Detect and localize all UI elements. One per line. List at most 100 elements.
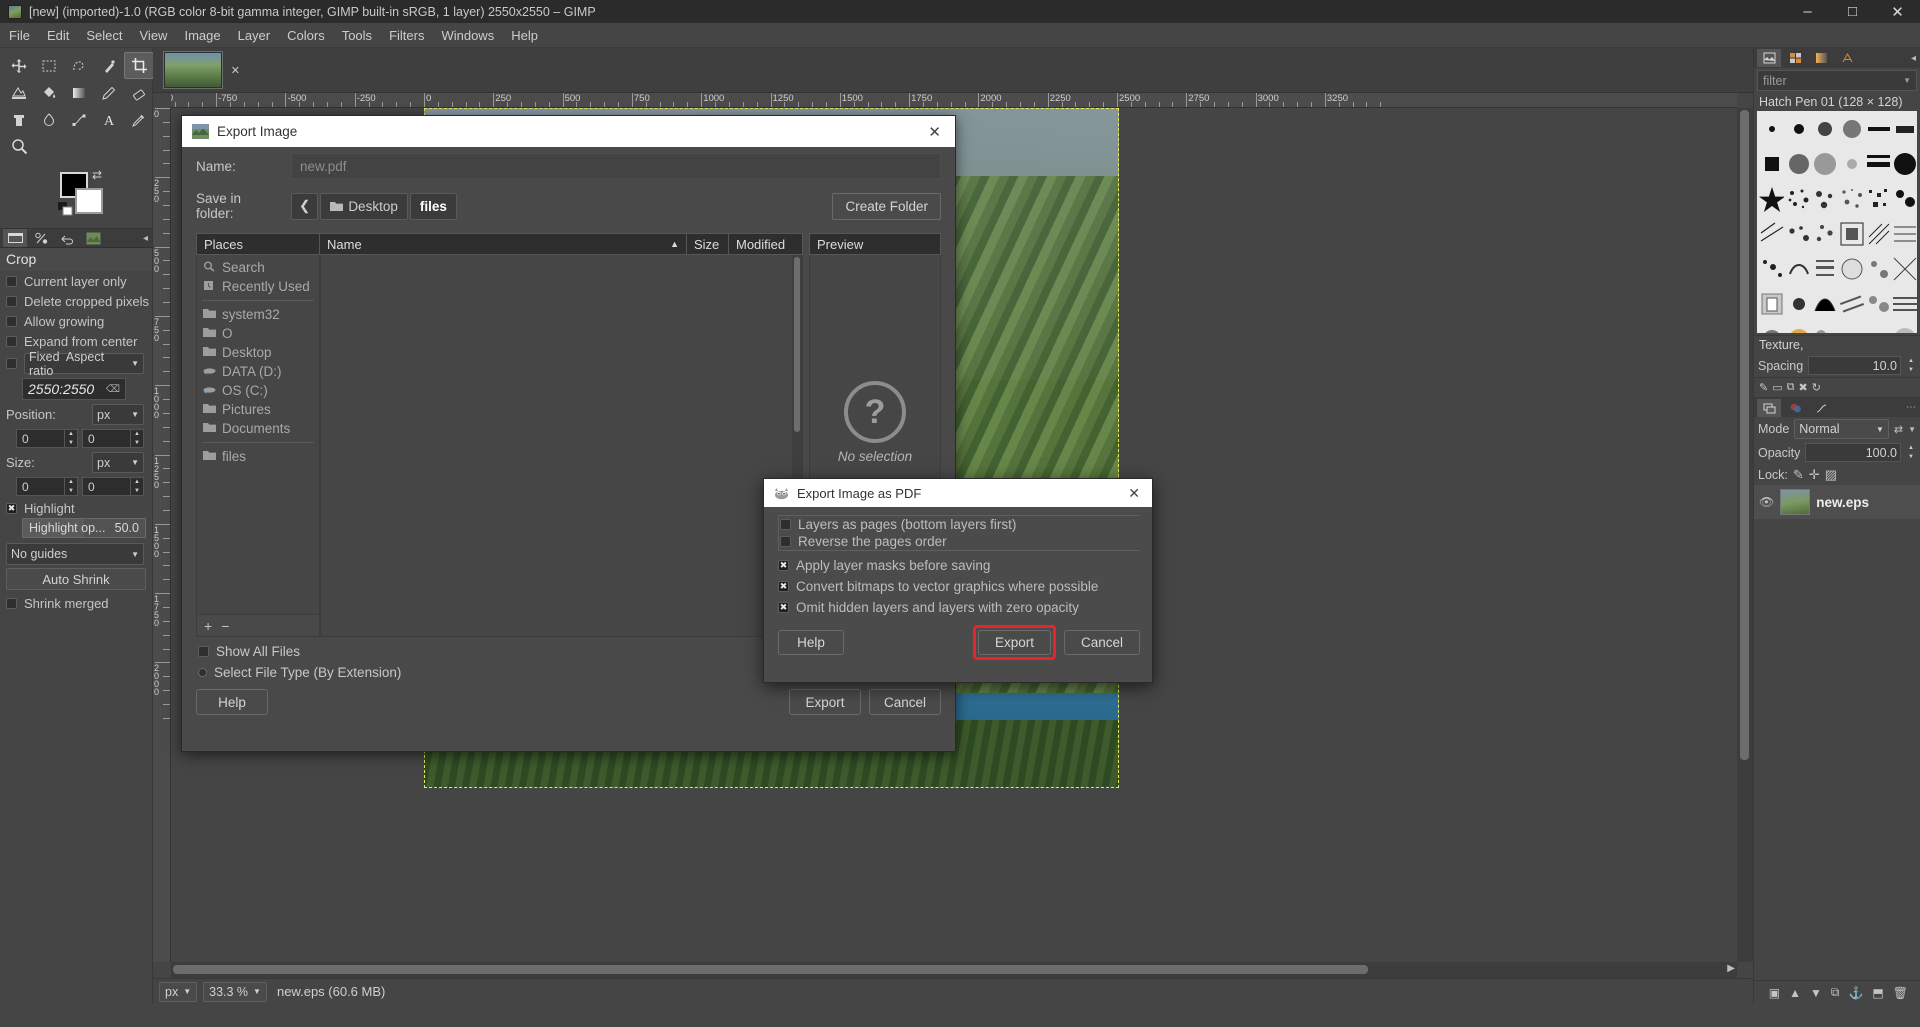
- size-width-input[interactable]: 0 ▲▼: [16, 477, 78, 496]
- tab-gradients[interactable]: [1809, 49, 1833, 67]
- menu-item-colors[interactable]: Colors: [287, 28, 325, 43]
- brush-item[interactable]: [1757, 321, 1784, 333]
- file-list-scroll-thumb[interactable]: [794, 257, 800, 432]
- crop-option-checkbox[interactable]: [6, 276, 17, 287]
- new-brush-icon[interactable]: ▭: [1772, 381, 1782, 394]
- highlight-checkbox[interactable]: ✖: [6, 503, 17, 514]
- layers-dock-tabs[interactable]: ⋯: [1754, 397, 1920, 417]
- omit-hidden-layers-checkbox[interactable]: ✖: [778, 602, 789, 613]
- pencil-tool[interactable]: [94, 79, 124, 106]
- opacity-input[interactable]: 100.0: [1805, 443, 1901, 462]
- right-dock-tabs[interactable]: ◂: [1754, 48, 1920, 68]
- brush-item[interactable]: [1864, 286, 1891, 321]
- smudge-tool[interactable]: [34, 106, 64, 133]
- brush-item[interactable]: [1837, 216, 1864, 251]
- place-item-recently-used[interactable]: Recently Used: [197, 277, 319, 296]
- lock-position-icon[interactable]: ✛: [1809, 467, 1820, 483]
- menu-item-layer[interactable]: Layer: [238, 28, 271, 43]
- brush-item[interactable]: [1837, 146, 1864, 181]
- convert-bitmaps-checkbox[interactable]: ✖: [778, 581, 789, 592]
- image-thumbnail[interactable]: ✕: [163, 51, 223, 89]
- refresh-brushes-icon[interactable]: ↻: [1812, 381, 1821, 394]
- opacity-stepper[interactable]: ▲▼: [1906, 443, 1916, 462]
- swap-colors-icon[interactable]: ⇄: [92, 168, 102, 182]
- pdf-export-button[interactable]: Export: [978, 630, 1051, 655]
- help-button[interactable]: Help: [196, 689, 268, 715]
- tab-layers[interactable]: [1757, 399, 1781, 417]
- brush-item[interactable]: [1890, 286, 1917, 321]
- close-icon[interactable]: ✕: [922, 123, 947, 141]
- delete-brush-icon[interactable]: ✖: [1798, 381, 1807, 394]
- crop-option-row[interactable]: Delete cropped pixels: [0, 291, 152, 311]
- brush-item[interactable]: [1810, 181, 1837, 216]
- crop-option-checkbox[interactable]: [6, 296, 17, 307]
- tab-tool-options[interactable]: [3, 229, 27, 247]
- reset-colors-icon[interactable]: [58, 202, 73, 220]
- brush-item[interactable]: [1864, 216, 1891, 251]
- brush-item[interactable]: [1864, 251, 1891, 286]
- pdf-dialog-buttons[interactable]: Help Export Cancel: [764, 615, 1152, 660]
- brush-item[interactable]: [1864, 181, 1891, 216]
- save-folder-row[interactable]: Save in folder: ❮ Desktop files Create F…: [182, 185, 955, 227]
- brush-actions-bar[interactable]: ✎ ▭ ⧉ ✖ ↻: [1754, 377, 1920, 397]
- shrink-merged-checkbox[interactable]: [6, 598, 17, 609]
- maximize-button[interactable]: □: [1830, 0, 1875, 23]
- pdf-option-layers-as-pages[interactable]: Layers as pages (bottom layers first): [780, 516, 1140, 533]
- column-header-name[interactable]: Name ▲: [320, 233, 687, 255]
- crop-option-row[interactable]: Current layer only: [0, 271, 152, 291]
- crop-option-checkbox[interactable]: [6, 316, 17, 327]
- crop-option-checkbox[interactable]: [6, 336, 17, 347]
- export-button[interactable]: Export: [789, 689, 861, 715]
- place-item-system32[interactable]: system32: [197, 305, 319, 324]
- brush-grid[interactable]: [1757, 111, 1917, 333]
- highlight-opacity-slider[interactable]: Highlight op... 50.0: [22, 518, 146, 538]
- brush-item[interactable]: [1890, 251, 1917, 286]
- file-list-body[interactable]: [320, 255, 803, 637]
- tab-brushes[interactable]: [1757, 49, 1781, 67]
- brush-item[interactable]: [1890, 321, 1917, 333]
- size-unit-combo[interactable]: px ▼: [92, 452, 144, 473]
- bucket-fill-tool[interactable]: [34, 79, 64, 106]
- add-place-icon[interactable]: +: [204, 618, 212, 634]
- new-layer-icon[interactable]: ▣: [1769, 986, 1780, 1000]
- brush-item[interactable]: [1784, 321, 1811, 333]
- menu-item-tools[interactable]: Tools: [342, 28, 372, 43]
- spacing-row[interactable]: Spacing 10.0 ▲▼: [1754, 354, 1920, 377]
- export-pdf-dialog[interactable]: Export Image as PDF ✕ Layers as pages (b…: [763, 478, 1153, 683]
- brush-filter-input[interactable]: filter ▼: [1757, 70, 1917, 91]
- export-dialog-buttons[interactable]: Help Export Cancel: [182, 683, 955, 725]
- highlight-row[interactable]: ✖ Highlight: [0, 498, 152, 518]
- brush-item[interactable]: [1757, 286, 1784, 321]
- menu-item-select[interactable]: Select: [86, 28, 122, 43]
- path-segment-desktop[interactable]: Desktop: [320, 193, 408, 220]
- clear-icon[interactable]: ⌫: [106, 384, 120, 395]
- crop-tool[interactable]: [124, 52, 154, 79]
- brush-item[interactable]: [1784, 286, 1811, 321]
- remove-place-icon[interactable]: −: [221, 618, 229, 634]
- file-type-expander-icon[interactable]: [198, 668, 207, 677]
- tab-images[interactable]: [81, 229, 105, 247]
- brush-item[interactable]: [1784, 216, 1811, 251]
- layers-actions-bar[interactable]: ▣ ▲ ▼ ⧉ ⚓ ⬒ 🗑: [1754, 980, 1920, 1004]
- brush-item[interactable]: [1784, 181, 1811, 216]
- name-field-row[interactable]: Name: new.pdf: [182, 147, 955, 185]
- apply-layer-masks-checkbox[interactable]: ✖: [778, 560, 789, 571]
- lock-row[interactable]: Lock: ✎ ✛ ▨: [1754, 464, 1920, 485]
- column-header-modified[interactable]: Modified: [729, 233, 803, 255]
- crop-option-row[interactable]: Expand from center: [0, 331, 152, 351]
- tab-paths[interactable]: [1809, 399, 1833, 417]
- pdf-option-reverse-order[interactable]: Reverse the pages order: [780, 533, 1140, 550]
- lock-pixels-icon[interactable]: ✎: [1793, 467, 1804, 483]
- fixed-aspect-row[interactable]: Fixed Aspect ratio ▼: [0, 351, 152, 376]
- lower-layer-icon[interactable]: ▼: [1810, 986, 1822, 1000]
- brush-item[interactable]: [1784, 146, 1811, 181]
- brush-item[interactable]: [1810, 216, 1837, 251]
- brush-item[interactable]: [1890, 216, 1917, 251]
- close-image-icon[interactable]: ✕: [231, 64, 240, 77]
- brush-item[interactable]: [1784, 251, 1811, 286]
- path-breadcrumb[interactable]: ❮ Desktop files: [291, 193, 457, 220]
- place-item-o[interactable]: O: [197, 324, 319, 343]
- minimize-button[interactable]: –: [1785, 0, 1830, 23]
- position-y-stepper[interactable]: ▲▼: [130, 430, 143, 447]
- menu-item-windows[interactable]: Windows: [441, 28, 494, 43]
